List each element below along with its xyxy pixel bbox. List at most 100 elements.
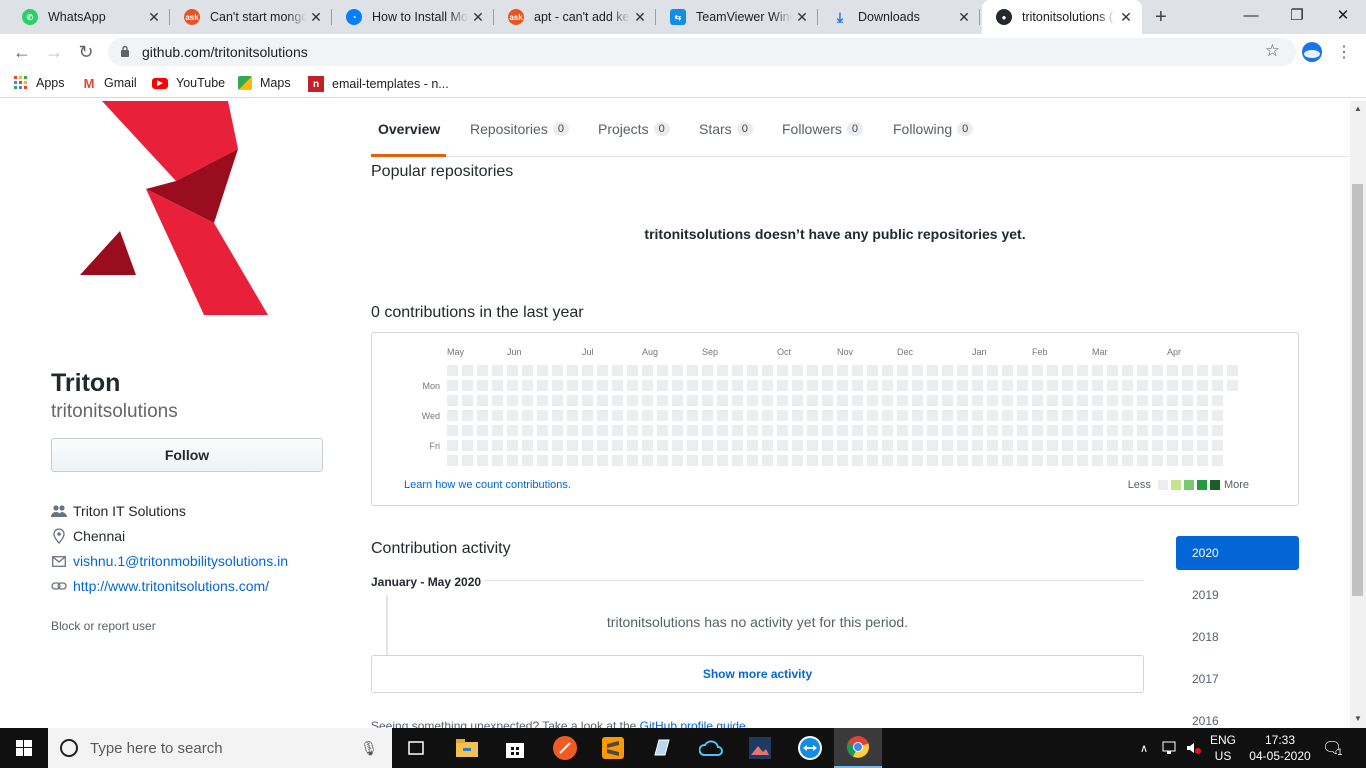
contribution-day[interactable] bbox=[807, 365, 818, 376]
contribution-day[interactable] bbox=[852, 365, 863, 376]
contribution-day[interactable] bbox=[792, 440, 803, 451]
close-icon[interactable]: ✕ bbox=[306, 9, 326, 26]
contribution-day[interactable] bbox=[852, 395, 863, 406]
contribution-day[interactable] bbox=[762, 380, 773, 391]
contribution-day[interactable] bbox=[897, 425, 908, 436]
contribution-day[interactable] bbox=[747, 410, 758, 421]
contribution-day[interactable] bbox=[702, 395, 713, 406]
contribution-day[interactable] bbox=[612, 455, 623, 466]
tab-followers[interactable]: Followers 0 bbox=[782, 121, 864, 137]
contribution-day[interactable] bbox=[867, 365, 878, 376]
bookmark-email-templates[interactable]: n email-templates - n... bbox=[308, 76, 449, 92]
email-link[interactable]: vishnu.1@tritonmobilitysolutions.in bbox=[73, 553, 288, 569]
contribution-day[interactable] bbox=[957, 455, 968, 466]
contribution-day[interactable] bbox=[702, 455, 713, 466]
contribution-day[interactable] bbox=[1182, 395, 1193, 406]
contribution-day[interactable] bbox=[522, 365, 533, 376]
contribution-day[interactable] bbox=[972, 380, 983, 391]
contribution-day[interactable] bbox=[1137, 380, 1148, 391]
contribution-day[interactable] bbox=[717, 410, 728, 421]
contribution-day[interactable] bbox=[1107, 365, 1118, 376]
contribution-day[interactable] bbox=[792, 410, 803, 421]
contribution-day[interactable] bbox=[747, 365, 758, 376]
contribution-day[interactable] bbox=[1107, 455, 1118, 466]
close-icon[interactable]: ✕ bbox=[468, 9, 488, 26]
contribution-day[interactable] bbox=[927, 455, 938, 466]
contribution-day[interactable] bbox=[477, 440, 488, 451]
contribution-day[interactable] bbox=[642, 425, 653, 436]
taskbar-notes[interactable] bbox=[638, 728, 686, 768]
contribution-day[interactable] bbox=[537, 425, 548, 436]
contribution-day[interactable] bbox=[642, 455, 653, 466]
contribution-day[interactable] bbox=[1017, 395, 1028, 406]
contribution-day[interactable] bbox=[537, 365, 548, 376]
contribution-day[interactable] bbox=[1197, 380, 1208, 391]
contribution-day[interactable] bbox=[1182, 425, 1193, 436]
contribution-day[interactable] bbox=[1062, 440, 1073, 451]
contribution-day[interactable] bbox=[987, 410, 998, 421]
forward-button[interactable]: → bbox=[42, 40, 66, 64]
contribution-day[interactable] bbox=[1122, 365, 1133, 376]
contribution-day[interactable] bbox=[1032, 455, 1043, 466]
contribution-day[interactable] bbox=[747, 455, 758, 466]
contribution-day[interactable] bbox=[657, 395, 668, 406]
contribution-day[interactable] bbox=[522, 425, 533, 436]
contribution-day[interactable] bbox=[477, 425, 488, 436]
browser-tab-teamviewer[interactable]: ⇆ TeamViewer Windows ✕ bbox=[656, 4, 818, 30]
contribution-day[interactable] bbox=[762, 440, 773, 451]
contribution-day[interactable] bbox=[1032, 440, 1043, 451]
contribution-day[interactable] bbox=[1122, 425, 1133, 436]
contribution-day[interactable] bbox=[1092, 380, 1103, 391]
contribution-day[interactable] bbox=[657, 455, 668, 466]
contribution-day[interactable] bbox=[882, 395, 893, 406]
year-2017[interactable]: 2017 bbox=[1176, 662, 1299, 696]
contribution-day[interactable] bbox=[1002, 365, 1013, 376]
contribution-day[interactable] bbox=[672, 440, 683, 451]
contribution-day[interactable] bbox=[927, 395, 938, 406]
contribution-day[interactable] bbox=[987, 425, 998, 436]
year-2016[interactable]: 2016 bbox=[1176, 704, 1299, 728]
contribution-day[interactable] bbox=[582, 365, 593, 376]
contribution-day[interactable] bbox=[792, 365, 803, 376]
taskbar-sublime[interactable] bbox=[589, 728, 637, 768]
taskbar-file-explorer[interactable] bbox=[443, 728, 491, 768]
contribution-day[interactable] bbox=[1212, 410, 1223, 421]
contribution-day[interactable] bbox=[477, 365, 488, 376]
contribution-day[interactable] bbox=[1077, 380, 1088, 391]
contribution-day[interactable] bbox=[852, 380, 863, 391]
contribution-day[interactable] bbox=[567, 440, 578, 451]
reload-button[interactable]: ↻ bbox=[74, 40, 98, 64]
taskbar-store[interactable] bbox=[491, 728, 539, 768]
taskbar-teamviewer[interactable] bbox=[786, 728, 834, 768]
contribution-day[interactable] bbox=[1077, 440, 1088, 451]
contribution-day[interactable] bbox=[447, 455, 458, 466]
contribution-day[interactable] bbox=[972, 365, 983, 376]
contribution-day[interactable] bbox=[777, 410, 788, 421]
contribution-day[interactable] bbox=[552, 395, 563, 406]
contribution-day[interactable] bbox=[1167, 455, 1178, 466]
contribution-day[interactable] bbox=[657, 365, 668, 376]
contribution-day[interactable] bbox=[822, 425, 833, 436]
contribution-day[interactable] bbox=[687, 410, 698, 421]
close-icon[interactable]: ✕ bbox=[792, 9, 812, 26]
contribution-day[interactable] bbox=[1122, 440, 1133, 451]
taskbar-postman[interactable] bbox=[541, 728, 589, 768]
contribution-day[interactable] bbox=[612, 440, 623, 451]
contribution-day[interactable] bbox=[1077, 455, 1088, 466]
contribution-day[interactable] bbox=[912, 410, 923, 421]
contribution-day[interactable] bbox=[807, 410, 818, 421]
contribution-day[interactable] bbox=[1002, 395, 1013, 406]
contribution-day[interactable] bbox=[882, 380, 893, 391]
tab-repositories[interactable]: Repositories 0 bbox=[470, 121, 569, 137]
contribution-day[interactable] bbox=[1092, 365, 1103, 376]
contribution-day[interactable] bbox=[477, 395, 488, 406]
scroll-up-icon[interactable]: ▲ bbox=[1354, 104, 1362, 113]
contribution-day[interactable] bbox=[672, 365, 683, 376]
contribution-day[interactable] bbox=[1032, 425, 1043, 436]
contribution-day[interactable] bbox=[1212, 380, 1223, 391]
contribution-day[interactable] bbox=[687, 365, 698, 376]
contribution-day[interactable] bbox=[1212, 455, 1223, 466]
contribution-day[interactable] bbox=[927, 440, 938, 451]
contribution-day[interactable] bbox=[702, 365, 713, 376]
contribution-day[interactable] bbox=[1137, 455, 1148, 466]
